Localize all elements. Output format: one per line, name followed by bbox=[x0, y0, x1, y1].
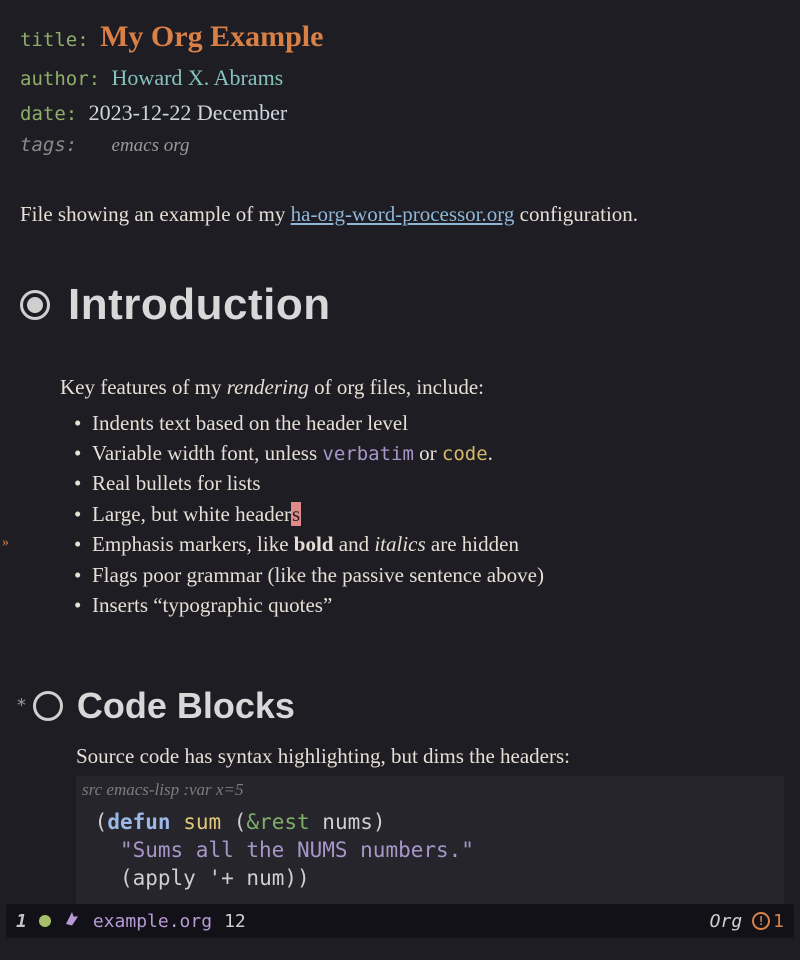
list-item: Real bullets for lists bbox=[74, 468, 784, 498]
list-item: Variable width font, unless verbatim or … bbox=[74, 438, 784, 469]
document-date: 2023-12-22 December bbox=[89, 100, 288, 125]
verbatim-text: verbatim bbox=[322, 443, 414, 465]
fringe-arrow-icon: » bbox=[2, 533, 9, 553]
warning-icon: ! bbox=[752, 912, 770, 930]
meta-tags-line: tags: emacs org bbox=[20, 131, 784, 161]
intro-paragraph: File showing an example of my ha-org-wor… bbox=[20, 199, 784, 231]
list-item: » Emphasis markers, like bold and italic… bbox=[74, 529, 784, 559]
heading-code-blocks: Code Blocks bbox=[77, 679, 295, 733]
meta-title-line: title: My Org Example bbox=[20, 14, 784, 59]
introduction-body: Key features of my rendering of org file… bbox=[60, 372, 784, 621]
meta-key-author: author bbox=[20, 68, 89, 90]
list-item: Indents text based on the header level bbox=[74, 408, 784, 438]
modeline-modified-icon bbox=[39, 915, 51, 927]
meta-author-line: author: Howard X. Abrams bbox=[20, 61, 784, 94]
modeline[interactable]: 1 example.org 12 Org !1 bbox=[6, 904, 794, 938]
config-link[interactable]: ha-org-word-processor.org bbox=[291, 202, 515, 226]
meta-date-line: date: 2023-12-22 December bbox=[20, 96, 784, 129]
code-line: "Sums all the NUMS numbers." bbox=[82, 836, 778, 864]
code-blocks-body: Source code has syntax highlighting, but… bbox=[76, 741, 784, 923]
code-lead: Source code has syntax highlighting, but… bbox=[76, 741, 784, 773]
src-block[interactable]: (defun sum (&rest nums) "Sums all the NU… bbox=[76, 804, 784, 895]
heading-code-blocks-row[interactable]: * Code Blocks bbox=[16, 679, 784, 733]
editor-buffer[interactable]: title: My Org Example author: Howard X. … bbox=[0, 0, 800, 922]
text-cursor: s bbox=[291, 502, 301, 526]
heading-introduction-row[interactable]: Introduction bbox=[20, 272, 784, 338]
modeline-warning-count: 1 bbox=[773, 908, 784, 935]
meta-key-title: title bbox=[20, 29, 77, 51]
features-lead: Key features of my rendering of org file… bbox=[60, 372, 784, 404]
list-item: Flags poor grammar (like the passive sen… bbox=[74, 560, 784, 590]
heading-bullet-icon bbox=[20, 290, 50, 320]
modeline-line-number: 12 bbox=[224, 908, 246, 935]
code-text: code bbox=[442, 443, 488, 465]
list-item: Large, but white headers bbox=[74, 499, 784, 529]
modeline-mode-icon bbox=[63, 908, 81, 935]
heading-star-icon: * bbox=[16, 692, 27, 719]
heading-bullet-open-icon bbox=[33, 691, 63, 721]
document-title: My Org Example bbox=[100, 20, 323, 53]
meta-key-tags: tags: bbox=[20, 134, 77, 156]
document-tags: emacs org bbox=[112, 135, 190, 156]
src-block-header: src emacs-lisp :var x=5 bbox=[76, 776, 784, 804]
features-list: Indents text based on the header level V… bbox=[74, 408, 784, 621]
document-author: Howard X. Abrams bbox=[112, 65, 284, 90]
modeline-window-number: 1 bbox=[16, 908, 27, 935]
minibuffer[interactable] bbox=[0, 938, 800, 960]
list-item: Inserts “typographic quotes” bbox=[74, 590, 784, 620]
modeline-major-mode[interactable]: Org bbox=[710, 908, 743, 935]
modeline-filename[interactable]: example.org bbox=[93, 908, 212, 935]
modeline-warning[interactable]: !1 bbox=[752, 908, 784, 935]
meta-key-date: date bbox=[20, 103, 66, 125]
heading-introduction: Introduction bbox=[68, 272, 331, 338]
code-line: (defun sum (&rest nums) bbox=[82, 808, 778, 836]
code-line: (apply '+ num)) bbox=[82, 864, 778, 892]
